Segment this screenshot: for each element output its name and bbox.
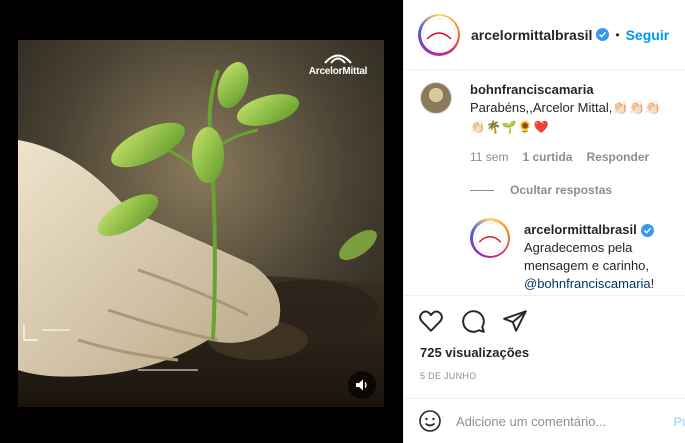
comments-list[interactable]: bohnfranciscamaria Parabéns,,Arcelor Mit… [404, 70, 685, 296]
post-date[interactable]: 5 DE JUNHO [420, 371, 477, 381]
reply-author-avatar[interactable] [470, 218, 510, 258]
reply-body: Agradecemos pela mensagem e carinho, [524, 240, 650, 273]
reply-username[interactable]: arcelormittalbrasil [524, 222, 684, 237]
comment-emoji-line: 👏🏻🌴🌱🌻❤️ [470, 120, 550, 134]
commenter-username[interactable]: bohnfranciscamaria [470, 82, 680, 97]
comment-icon[interactable] [460, 308, 486, 334]
comment-input[interactable] [456, 413, 656, 429]
author-username[interactable]: arcelormittalbrasil [471, 27, 592, 43]
video-frame-image [18, 40, 384, 407]
post-sidebar: arcelormittalbrasil • Seguir bohnfrancis… [403, 0, 685, 443]
reply-mention[interactable]: @bohnfranciscamaria [524, 276, 651, 291]
verified-icon [640, 224, 654, 237]
share-icon[interactable] [502, 308, 528, 334]
commenter-avatar[interactable] [420, 82, 452, 114]
heart-icon[interactable] [418, 308, 444, 334]
volume-button[interactable] [348, 371, 376, 399]
watermark-text: ArcelorMittal [308, 66, 368, 77]
author-avatar[interactable] [418, 13, 460, 56]
volume-icon [356, 379, 367, 391]
media-viewer: ArcelorMittal [0, 0, 403, 443]
separator: • [615, 27, 620, 42]
verified-icon [596, 28, 610, 41]
hide-replies-button[interactable]: Ocultar respostas [470, 183, 612, 197]
arcelormittal-logo-icon [324, 54, 352, 64]
author-username-text[interactable]: arcelormittalbrasil [471, 27, 592, 43]
post-header: arcelormittalbrasil • Seguir [404, 0, 685, 70]
arcelormittal-watermark: ArcelorMittal [308, 52, 368, 77]
view-count[interactable]: 725 visualizações [420, 345, 529, 360]
post-video[interactable]: ArcelorMittal [18, 40, 384, 407]
divider-line [470, 189, 494, 191]
reply-text: Agradecemos pela mensagem e carinho, @bo… [524, 239, 684, 293]
publish-button[interactable]: Pu [673, 414, 685, 429]
comment-likes[interactable]: 1 curtida [522, 150, 572, 164]
reply-button[interactable]: Responder [586, 150, 649, 164]
reply-username-text[interactable]: arcelormittalbrasil [524, 222, 637, 237]
arcelormittal-logo-icon [474, 222, 506, 254]
follow-button[interactable]: Seguir [626, 27, 670, 43]
hide-replies-label[interactable]: Ocultar respostas [510, 183, 612, 197]
comment-meta: 11 sem 1 curtida Responder [470, 150, 649, 164]
comment-age[interactable]: 11 sem [470, 150, 508, 164]
reply-end: ! [650, 276, 655, 291]
post-actions [418, 308, 528, 334]
smiley-icon[interactable] [418, 409, 442, 433]
comment-composer: Pu [404, 398, 685, 443]
arcelormittal-logo-icon [422, 18, 456, 51]
comment-text: Parabéns,,Arcelor Mittal,👏🏻👏🏻👏🏻 [470, 100, 661, 115]
